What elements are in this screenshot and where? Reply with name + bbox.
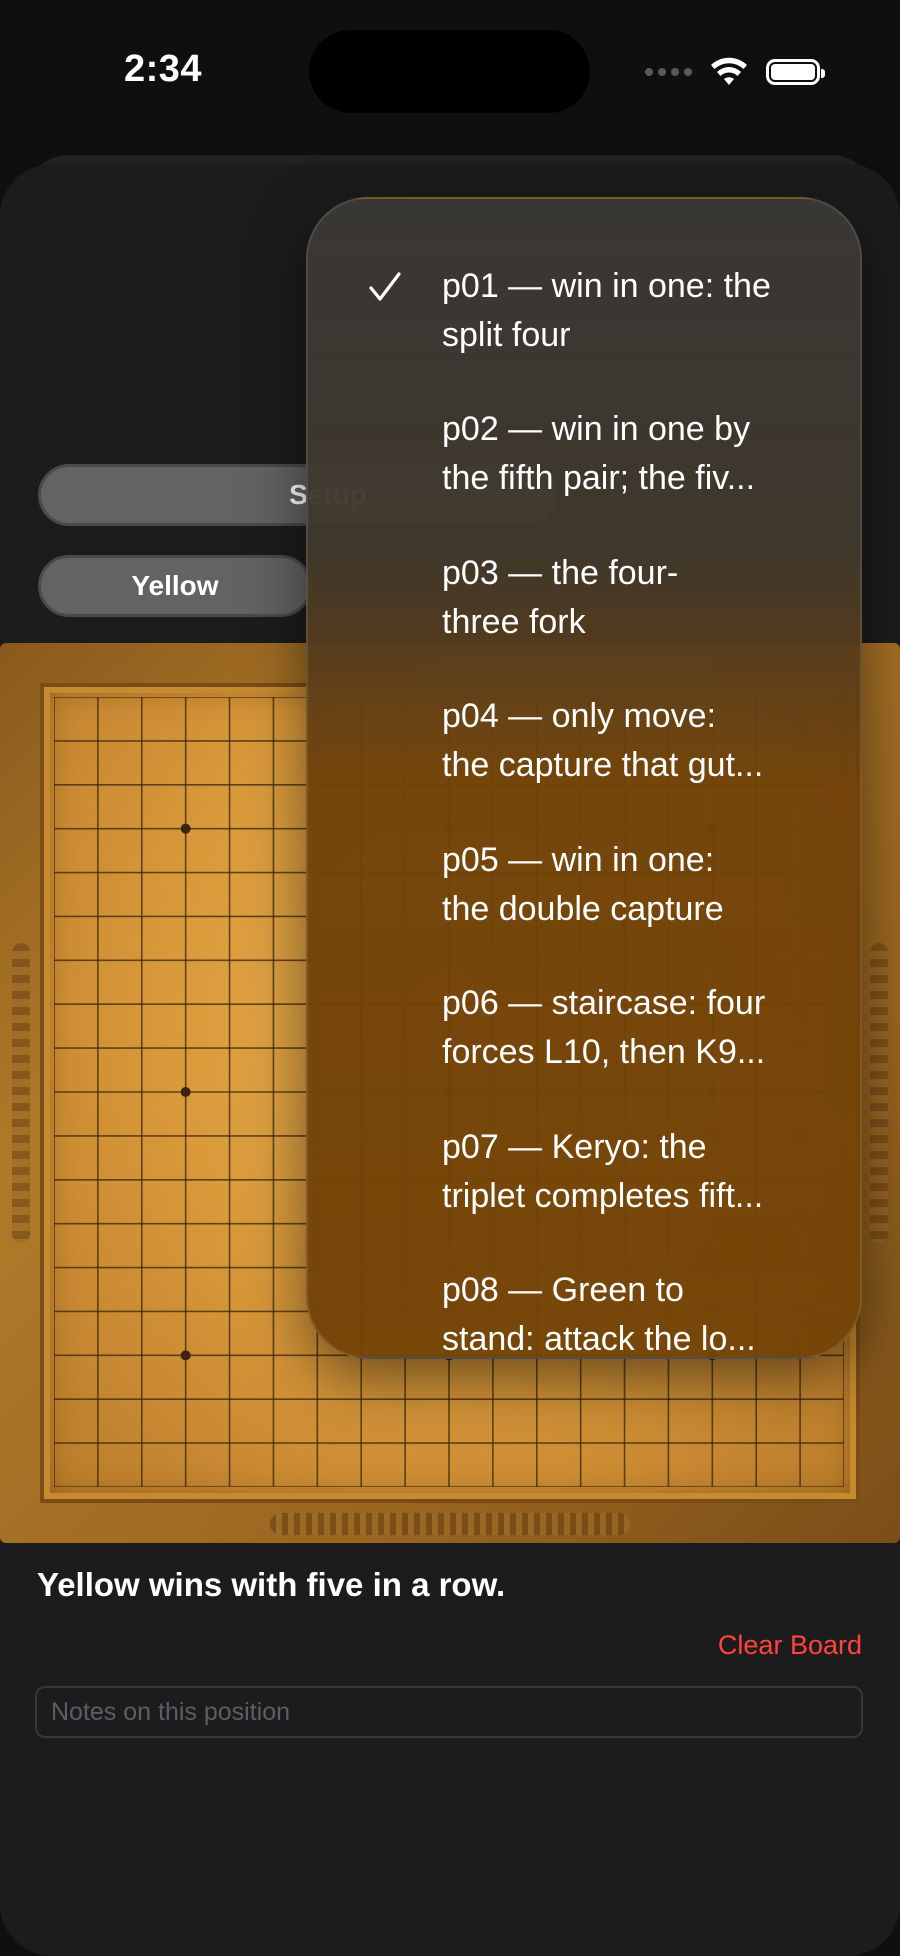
status-icons: [645, 52, 825, 92]
clear-board-button[interactable]: Clear Board: [718, 1630, 862, 1661]
menu-item-p04[interactable]: p04 — only move: the capture that gut...: [308, 662, 860, 805]
menu-item-label: p03 — the four-three fork: [442, 554, 679, 641]
star-point: [180, 823, 191, 834]
checkmark-icon: [369, 272, 401, 301]
dynamic-island: [309, 30, 590, 113]
board-ornament-bottom: [270, 1513, 630, 1535]
yellow-button-label: Yellow: [131, 570, 219, 601]
star-point: [180, 1350, 191, 1361]
status-time: 2:34: [124, 48, 203, 90]
menu-item-label: p06 — staircase: four forces L10, then K9…: [442, 984, 766, 1071]
battery-icon: [766, 59, 825, 85]
board-ornament-left: [12, 943, 30, 1243]
puzzle-menu: p01 — win in one: the split four p02 — wi…: [306, 197, 862, 1359]
menu-item-p07[interactable]: p07 — Keryo: the triplet completes fift..…: [308, 1093, 860, 1236]
menu-item-p03[interactable]: p03 — the four-three fork: [308, 519, 860, 662]
menu-item-p05[interactable]: p05 — win in one: the double capture: [308, 806, 860, 949]
yellow-player-button[interactable]: Yellow: [38, 555, 312, 617]
star-point: [180, 1087, 191, 1097]
menu-item-p01[interactable]: p01 — win in one: the split four: [308, 232, 860, 375]
menu-item-label: p05 — win in one: the double capture: [442, 841, 724, 928]
menu-item-label: p04 — only move: the capture that gut...: [442, 697, 764, 784]
menu-item-label: p02 — win in one by the fifth pair; the f…: [442, 410, 756, 497]
notes-input[interactable]: [35, 1686, 863, 1738]
result-message: Yellow wins with five in a row.: [37, 1566, 506, 1603]
menu-item-label: p08 — Green to stand: attack the lo...: [442, 1271, 756, 1358]
menu-item-p02[interactable]: p02 — win in one by the fifth pair; the f…: [308, 375, 860, 518]
board-ornament-right: [870, 943, 888, 1243]
menu-item-label: p01 — win in one: the split four: [442, 267, 771, 354]
menu-item-p06[interactable]: p06 — staircase: four forces L10, then K9…: [308, 949, 860, 1092]
wifi-icon: [711, 57, 747, 85]
cellular-signal-icon: [645, 68, 692, 76]
menu-item-p08[interactable]: p08 — Green to stand: attack the lo...: [308, 1236, 860, 1358]
menu-item-label: p07 — Keryo: the triplet completes fift..…: [442, 1128, 764, 1215]
